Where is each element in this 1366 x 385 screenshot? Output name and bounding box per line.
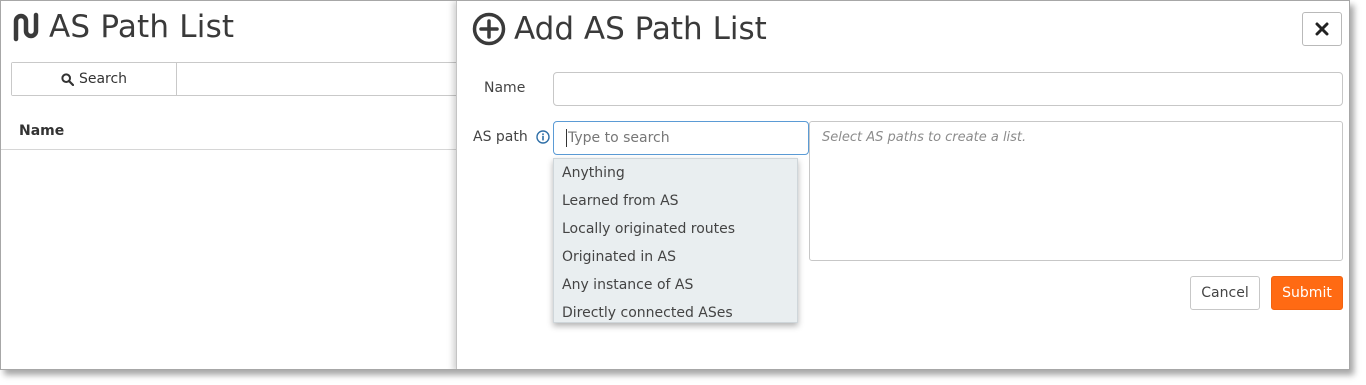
close-icon: [1315, 22, 1329, 36]
plus-circle-icon: [472, 12, 506, 46]
selected-as-paths-placeholder: Select AS paths to create a list.: [822, 130, 1027, 145]
column-header-name[interactable]: Name: [1, 113, 471, 150]
page-title: AS Path List: [49, 9, 235, 45]
app-logo-icon: [13, 12, 39, 42]
close-button[interactable]: [1302, 12, 1342, 46]
cancel-button[interactable]: Cancel: [1190, 276, 1260, 310]
as-path-search-input[interactable]: [553, 121, 809, 155]
search-button-label: Search: [78, 71, 128, 87]
dropdown-option-learned-from-as[interactable]: Learned from AS: [554, 187, 797, 215]
search-input[interactable]: [177, 63, 470, 95]
search-button[interactable]: Search: [12, 63, 177, 95]
as-path-dropdown: Anything Learned from AS Locally origina…: [553, 158, 798, 323]
page-header: AS Path List: [11, 9, 234, 45]
dropdown-option-any-instance-of-as[interactable]: Any instance of AS: [554, 271, 797, 299]
name-label: Name: [484, 80, 526, 96]
name-input[interactable]: [553, 72, 1343, 106]
dropdown-option-locally-originated-routes[interactable]: Locally originated routes: [554, 215, 797, 243]
dropdown-option-originated-in-as[interactable]: Originated in AS: [554, 243, 797, 271]
selected-as-paths-box[interactable]: Select AS paths to create a list.: [809, 121, 1343, 261]
dropdown-option-anything[interactable]: Anything: [554, 159, 797, 187]
modal-title: Add AS Path List: [514, 11, 767, 47]
search-icon: [61, 72, 74, 86]
add-as-path-list-panel: Add AS Path List Name AS path Select AS …: [456, 1, 1349, 369]
as-path-label: AS path: [473, 129, 528, 145]
app-window: AS Path List Search Name Add AS Path Lis…: [0, 0, 1350, 370]
modal-header: Add AS Path List: [472, 11, 767, 47]
as-path-label-group: AS path: [473, 129, 550, 145]
info-icon[interactable]: [536, 130, 550, 144]
dropdown-option-directly-connected-ases[interactable]: Directly connected ASes: [554, 299, 797, 322]
search-bar: Search: [11, 62, 471, 96]
text-cursor: [566, 129, 567, 147]
submit-button[interactable]: Submit: [1271, 276, 1343, 310]
